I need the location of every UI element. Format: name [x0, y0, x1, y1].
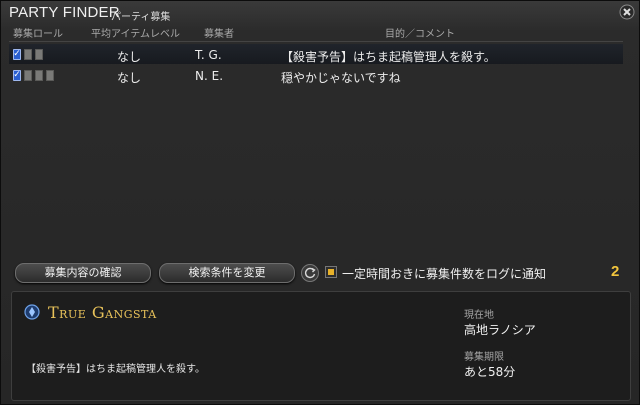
listing-recruiter: T. G.: [195, 48, 222, 62]
listing-comment: 穏やかじゃないですね: [281, 71, 401, 85]
expiry-label: 募集期限: [464, 352, 504, 363]
page-number: 2: [611, 263, 620, 280]
listing-item-level: なし: [117, 71, 142, 85]
header-roles[interactable]: 募集ロール: [13, 25, 63, 40]
role-slot: [24, 49, 32, 60]
checkbox-fill: [328, 269, 334, 275]
listing-row[interactable]: ✓ なし T. G. 【殺害予告】はちま起稿管理人を殺す。: [9, 44, 623, 64]
role-slot: [46, 70, 54, 81]
location-label: 現在地: [464, 310, 494, 321]
leader-name: True Gangsta: [48, 303, 157, 322]
role-slot: [35, 49, 43, 60]
job-crystal-icon: [24, 304, 40, 320]
header-avg-item-level[interactable]: 平均アイテムレベル: [91, 25, 180, 40]
expiry-value: あと58分: [464, 365, 516, 379]
listing-row[interactable]: ✓ なし N. E. 穏やかじゃないですね: [9, 65, 623, 85]
refresh-icon: [304, 267, 316, 279]
action-bar: 募集内容の確認 検索条件を変更 一定時間おきに募集件数をログに通知 2: [1, 263, 640, 285]
change-search-button[interactable]: 検索条件を変更: [159, 263, 295, 283]
notify-checkbox[interactable]: [325, 266, 337, 278]
role-slot: [24, 70, 32, 81]
listing-detail-panel: True Gangsta 【殺害予告】はちま起稿管理人を殺す。 現在地 高地ラノ…: [11, 291, 631, 401]
column-headers: 募集ロール 平均アイテムレベル 募集者 目的／コメント: [9, 25, 629, 40]
header-recruiter[interactable]: 募集者: [204, 25, 234, 40]
detail-comment: 【殺害予告】はちま起稿管理人を殺す。: [26, 364, 205, 375]
close-icon: [619, 4, 635, 20]
refresh-button[interactable]: [301, 264, 319, 282]
listing-recruiter: N. E.: [195, 69, 224, 83]
window-subtitle: パーティ募集: [111, 12, 171, 23]
party-finder-window: PARTY FINDER パーティ募集 募集ロール 平均アイテムレベル 募集者 …: [0, 0, 640, 405]
role-slot-checked: ✓: [13, 70, 21, 81]
listing-item-level: なし: [117, 50, 142, 64]
close-button[interactable]: [619, 4, 635, 20]
title-bar[interactable]: PARTY FINDER パーティ募集: [1, 1, 640, 25]
listing-comment: 【殺害予告】はちま起稿管理人を殺す。: [281, 50, 496, 64]
location-value: 高地ラノシア: [464, 323, 536, 337]
window-title: PARTY FINDER: [9, 4, 120, 21]
view-details-button[interactable]: 募集内容の確認: [15, 263, 151, 283]
notify-label: 一定時間おきに募集件数をログに通知: [342, 267, 547, 281]
listing-list: ✓ なし T. G. 【殺害予告】はちま起稿管理人を殺す。 ✓ なし N. E.…: [9, 41, 623, 252]
header-purpose[interactable]: 目的／コメント: [385, 25, 455, 40]
role-slot: [35, 70, 43, 81]
role-slot-checked: ✓: [13, 49, 21, 60]
